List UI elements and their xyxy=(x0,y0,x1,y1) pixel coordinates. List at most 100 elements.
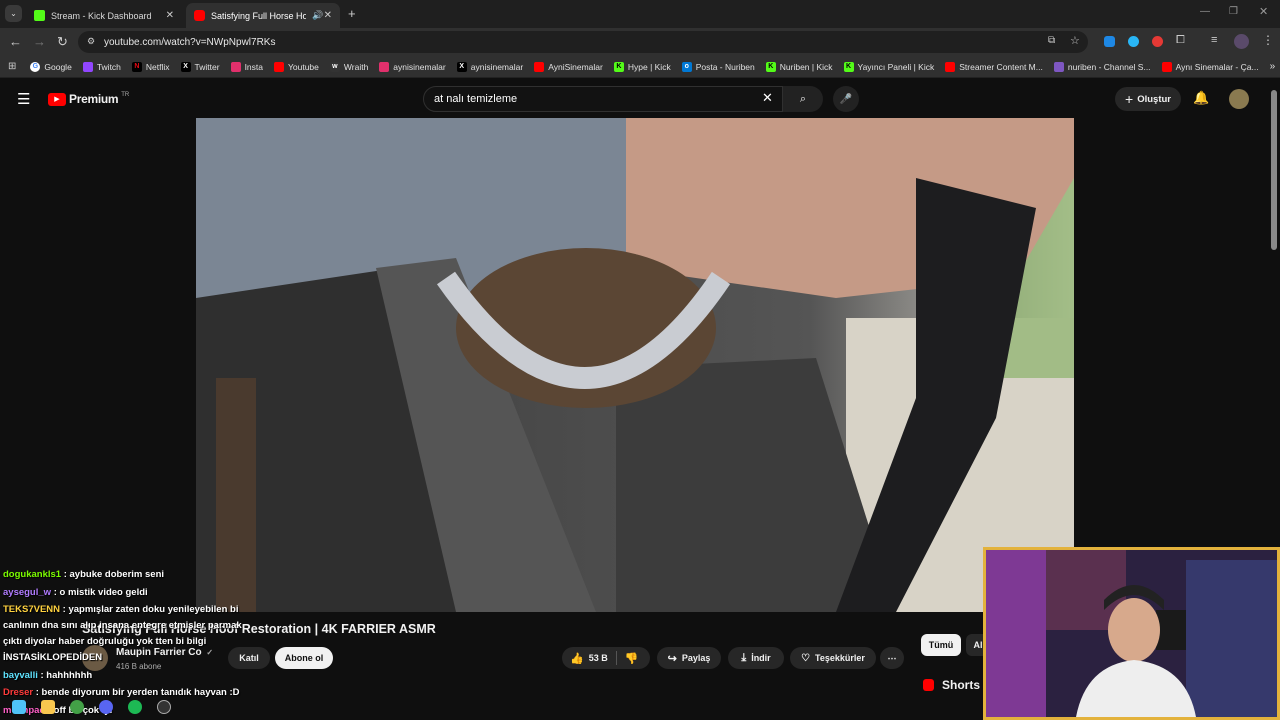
search-input[interactable]: at nalı temizleme ✕ xyxy=(423,86,783,112)
hamburger-menu-icon[interactable]: ☰ xyxy=(17,90,30,108)
chat-username: bayvalli xyxy=(3,670,38,681)
chat-username: dogukankls1 xyxy=(3,569,62,580)
chat-username: TEKS7VENN xyxy=(3,604,61,615)
filter-chip-all[interactable]: Tümü xyxy=(921,634,961,656)
kick-icon: K xyxy=(765,61,776,72)
bookmark-item[interactable]: X Twitter xyxy=(180,61,220,72)
chat-message: TEKS7VENN : yapmışlar zaten doku yeniley… xyxy=(3,604,238,615)
subscribe-button[interactable]: Abone ol xyxy=(275,647,333,669)
speaker-icon[interactable]: 🔊 xyxy=(312,10,323,21)
kick-icon xyxy=(34,10,45,21)
bookmark-item[interactable]: G Google xyxy=(30,61,72,72)
bookmark-item[interactable]: K Yayıncı Paneli | Kick xyxy=(843,61,934,72)
account-avatar[interactable] xyxy=(1229,89,1249,109)
bookmark-item[interactable]: w Wraith xyxy=(329,61,368,72)
chrome-icon[interactable] xyxy=(70,700,84,714)
windows-start-icon[interactable] xyxy=(12,700,26,714)
extensions-puzzle-icon[interactable]: ⧠ xyxy=(1176,34,1185,47)
tab-youtube-video[interactable]: Satisfying Full Horse Hoof R 🔊 ✕ xyxy=(186,3,340,28)
chat-text: : hahhhhhh xyxy=(37,670,93,681)
chat-text: İNSTASİKLOPEDİDEN xyxy=(3,652,103,663)
tab-kick-dashboard[interactable]: Stream - Kick Dashboard ✕ xyxy=(26,3,182,28)
chat-text: : aybuke doberim seni xyxy=(61,569,165,580)
extension-red-icon[interactable] xyxy=(1152,36,1163,47)
dislike-icon[interactable]: 👎 xyxy=(625,652,639,665)
video-frame xyxy=(196,118,1074,612)
more-bookmarks-icon[interactable]: » xyxy=(1270,61,1276,72)
obs-icon[interactable] xyxy=(157,700,171,714)
more-actions-button[interactable]: ⋯ xyxy=(880,647,904,669)
close-window-icon[interactable]: ✕ xyxy=(1259,5,1268,18)
verified-icon: ✓ xyxy=(206,648,214,657)
like-icon[interactable]: 👍 xyxy=(570,652,584,665)
discord-icon[interactable] xyxy=(99,700,113,714)
mic-icon: 🎤 xyxy=(839,93,853,105)
browser-menu-icon[interactable]: ⋮ xyxy=(1262,33,1274,47)
new-tab-icon[interactable]: + xyxy=(348,6,356,21)
share-button[interactable]: ↪ Paylaş xyxy=(657,647,721,669)
bookmark-item[interactable]: Streamer Content M... xyxy=(945,61,1043,72)
bookmark-item[interactable]: o Posta - Nuriben xyxy=(681,61,755,72)
chat-message: canlının dna sını alıp insana entegre et… xyxy=(3,620,242,631)
file-explorer-icon[interactable] xyxy=(41,700,55,714)
voice-search-button[interactable]: 🎤 xyxy=(833,86,859,112)
extension-shield-icon[interactable] xyxy=(1104,36,1115,47)
page-scrollbar[interactable] xyxy=(1271,90,1277,250)
notifications-bell-icon[interactable]: 🔔 xyxy=(1193,90,1209,106)
site-info-icon[interactable]: ⚙ xyxy=(87,36,95,47)
tab-title: Stream - Kick Dashboard xyxy=(51,10,152,21)
bookmark-star-icon[interactable]: ☆ xyxy=(1070,34,1080,47)
media-control-icon[interactable]: ≡ xyxy=(1211,34,1217,46)
tab-search-icon[interactable]: ⌄ xyxy=(5,5,22,22)
extension-globe-icon[interactable] xyxy=(1128,36,1139,47)
address-bar[interactable]: ⚙ youtube.com/watch?v=NWpNpwl7RKs ⧉ ☆ xyxy=(78,31,1088,53)
chat-message: aysegul_w : o mistik video geldi xyxy=(3,587,148,598)
search-icon: ⌕ xyxy=(799,92,807,105)
bookmark-item[interactable]: Youtube xyxy=(274,61,319,72)
close-icon[interactable]: ✕ xyxy=(166,10,174,21)
profile-avatar[interactable] xyxy=(1234,34,1249,49)
chat-text: canlının dna sını alıp insana entegre et… xyxy=(3,620,242,631)
minimize-icon[interactable]: — xyxy=(1200,6,1210,17)
video-player[interactable] xyxy=(196,118,1074,612)
close-icon[interactable]: ✕ xyxy=(324,10,332,21)
bookmark-item[interactable]: nuriben - Channel S... xyxy=(1053,61,1151,72)
like-count[interactable]: 53 B xyxy=(589,653,608,663)
spotify-icon[interactable] xyxy=(128,700,142,714)
bookmark-item[interactable]: AyniSinemalar xyxy=(534,61,603,72)
like-dislike-group: 👍 53 B 👎 xyxy=(562,647,650,669)
google-icon: G xyxy=(30,61,41,72)
back-icon[interactable]: ← xyxy=(9,34,22,49)
bookmark-item[interactable]: aynisinemalar xyxy=(379,61,446,72)
clear-search-icon[interactable]: ✕ xyxy=(762,90,773,106)
apps-grid-icon[interactable]: ⊞ xyxy=(8,61,16,72)
youtube-header: ☰ ▶ Premium TR at nalı temizleme ✕ ⌕ 🎤 +… xyxy=(0,78,1280,120)
bookmark-item[interactable]: Xaynisinemalar xyxy=(456,61,523,72)
more-horizontal-icon: ⋯ xyxy=(887,652,897,663)
download-button[interactable]: ⤓ İndir xyxy=(728,647,784,669)
thanks-button[interactable]: ♡ Teşekkürler xyxy=(790,647,876,669)
twitch-icon xyxy=(82,61,93,72)
chat-text: çıktı diyolar haber doğruluğu yok tten b… xyxy=(3,636,207,647)
url-text: youtube.com/watch?v=NWpNpwl7RKs xyxy=(104,36,276,48)
chat-message: dogukankls1 : aybuke doberim seni xyxy=(3,569,164,580)
bookmark-item[interactable]: Twitch xyxy=(82,61,121,72)
create-button[interactable]: + Oluştur xyxy=(1115,87,1181,111)
forward-icon[interactable]: → xyxy=(33,34,46,49)
reload-icon[interactable]: ↻ xyxy=(57,34,68,50)
bookmark-item[interactable]: Insta xyxy=(230,61,263,72)
search-button[interactable]: ⌕ xyxy=(783,86,823,112)
kick-icon: K xyxy=(613,61,624,72)
youtube-logo[interactable]: ▶ Premium TR xyxy=(48,92,129,106)
bookmark-item[interactable]: K Hype | Kick xyxy=(613,61,671,72)
subscriber-count: 416 B abone xyxy=(116,662,162,671)
thanks-heart-icon: ♡ xyxy=(801,652,811,664)
bookmark-item[interactable]: K Nuriben | Kick xyxy=(765,61,833,72)
instagram-icon xyxy=(379,61,390,72)
bookmark-item[interactable]: N Netflix xyxy=(131,61,170,72)
channel-name[interactable]: Maupin Farrier Co ✓ xyxy=(116,647,213,658)
bookmark-item[interactable]: Aynı Sinemalar - Ça... xyxy=(1161,61,1259,72)
cast-icon[interactable]: ⧉ xyxy=(1048,35,1055,46)
maximize-icon[interactable]: ❐ xyxy=(1229,6,1238,17)
join-button[interactable]: Katıl xyxy=(228,647,270,669)
